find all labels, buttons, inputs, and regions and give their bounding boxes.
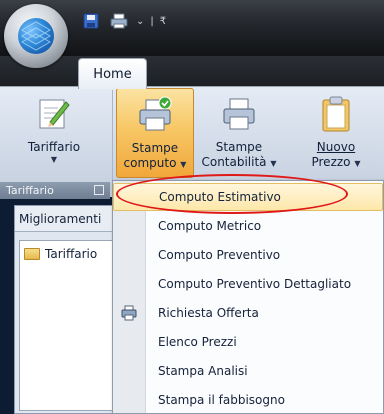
nuovo-prezzo-line1: Nuovo — [316, 140, 356, 154]
stampe-computo-line2: computo — [123, 156, 177, 170]
menu-item-computo-preventivo-dettagliato[interactable]: Computo Preventivo Dettagliato — [113, 270, 383, 298]
menu-item-label: Computo Metrico — [158, 219, 262, 233]
chevron-down-icon: ▼ — [270, 159, 277, 168]
app-logo-icon — [18, 18, 54, 54]
stampe-computo-button[interactable]: Stampe computo ▼ — [116, 88, 194, 178]
stampe-contabilita-line2: Contabilità — [201, 155, 267, 169]
menu-item-stampa-analisi[interactable]: Stampa Analisi — [113, 357, 383, 385]
menu-item-label: Richiesta Offerta — [158, 306, 259, 320]
tab-home[interactable]: Home — [78, 58, 147, 89]
printer-icon — [121, 305, 137, 321]
tree-item-label: Tariffario — [45, 247, 98, 261]
nuovo-prezzo-label: Nuovo Prezzo ▼ — [311, 140, 360, 171]
separator-icon: | — [150, 15, 154, 27]
menu-item-stampa-fabbisogno[interactable]: Stampa il fabbisogno — [113, 386, 383, 414]
menu-item-label: Computo Estimativo — [159, 190, 281, 204]
tariffario-button[interactable]: Tariffario ▼ — [4, 88, 104, 178]
menu-item-label: Computo Preventivo — [158, 248, 281, 262]
tab-strip — [0, 56, 384, 86]
tree-view[interactable]: Tariffario — [19, 240, 121, 411]
chevron-down-icon: ▼ — [354, 159, 361, 168]
menu-item-elenco-prezzi[interactable]: Elenco Prezzi — [113, 328, 383, 356]
customize-qat-icon[interactable]: ₹ — [160, 16, 166, 27]
stampe-computo-dropdown-menu: Computo Estimativo Computo Metrico Compu… — [112, 180, 384, 414]
stampe-contabilita-button[interactable]: Stampe Contabilità ▼ — [198, 88, 280, 178]
folder-icon — [24, 248, 40, 260]
chevron-down-icon: ▼ — [180, 160, 187, 169]
stampe-computo-line1: Stampe — [131, 141, 179, 155]
group-label-tariffario: Tariffario — [0, 182, 110, 199]
edit-document-icon — [34, 94, 74, 134]
save-icon — [83, 13, 99, 29]
group-label-text: Tariffario — [6, 184, 54, 197]
application-menu-button[interactable] — [4, 4, 68, 68]
menu-item-label: Computo Preventivo Dettagliato — [158, 277, 352, 291]
print-button[interactable] — [108, 11, 130, 31]
side-panel: Miglioramenti Tariffario — [14, 205, 125, 414]
printer-check-icon — [135, 95, 175, 135]
menu-item-label: Stampa il fabbisogno — [158, 393, 285, 407]
tariffario-label: Tariffario — [27, 140, 81, 154]
printer-icon — [110, 13, 128, 29]
chevron-down-icon: ▼ — [50, 155, 58, 164]
stampe-computo-label: Stampe computo ▼ — [124, 141, 187, 172]
dialog-launcher-icon[interactable] — [94, 185, 104, 195]
menu-item-computo-preventivo[interactable]: Computo Preventivo — [113, 241, 383, 269]
printer-icon — [219, 94, 259, 134]
menu-item-computo-estimativo[interactable]: Computo Estimativo — [113, 183, 383, 211]
quick-access-toolbar: ⌄ | ₹ — [80, 10, 166, 32]
stampe-contabilita-label: Stampe Contabilità ▼ — [201, 140, 276, 171]
save-button[interactable] — [80, 11, 102, 31]
tree-item-tariffario[interactable]: Tariffario — [24, 247, 97, 261]
menu-item-computo-metrico[interactable]: Computo Metrico — [113, 212, 383, 240]
nuovo-prezzo-button[interactable]: Nuovo Prezzo ▼ — [296, 88, 376, 178]
menu-item-label: Stampa Analisi — [158, 364, 248, 378]
stampe-contabilita-line1: Stampe — [215, 140, 263, 154]
clipboard-icon — [316, 94, 356, 134]
menu-item-label: Elenco Prezzi — [158, 335, 237, 349]
nuovo-prezzo-line2: Prezzo — [311, 155, 351, 169]
chevron-down-icon[interactable]: ⌄ — [136, 16, 144, 27]
tab-miglioramenti[interactable]: Miglioramenti — [15, 206, 125, 232]
menu-item-richiesta-offerta[interactable]: Richiesta Offerta — [113, 299, 383, 327]
